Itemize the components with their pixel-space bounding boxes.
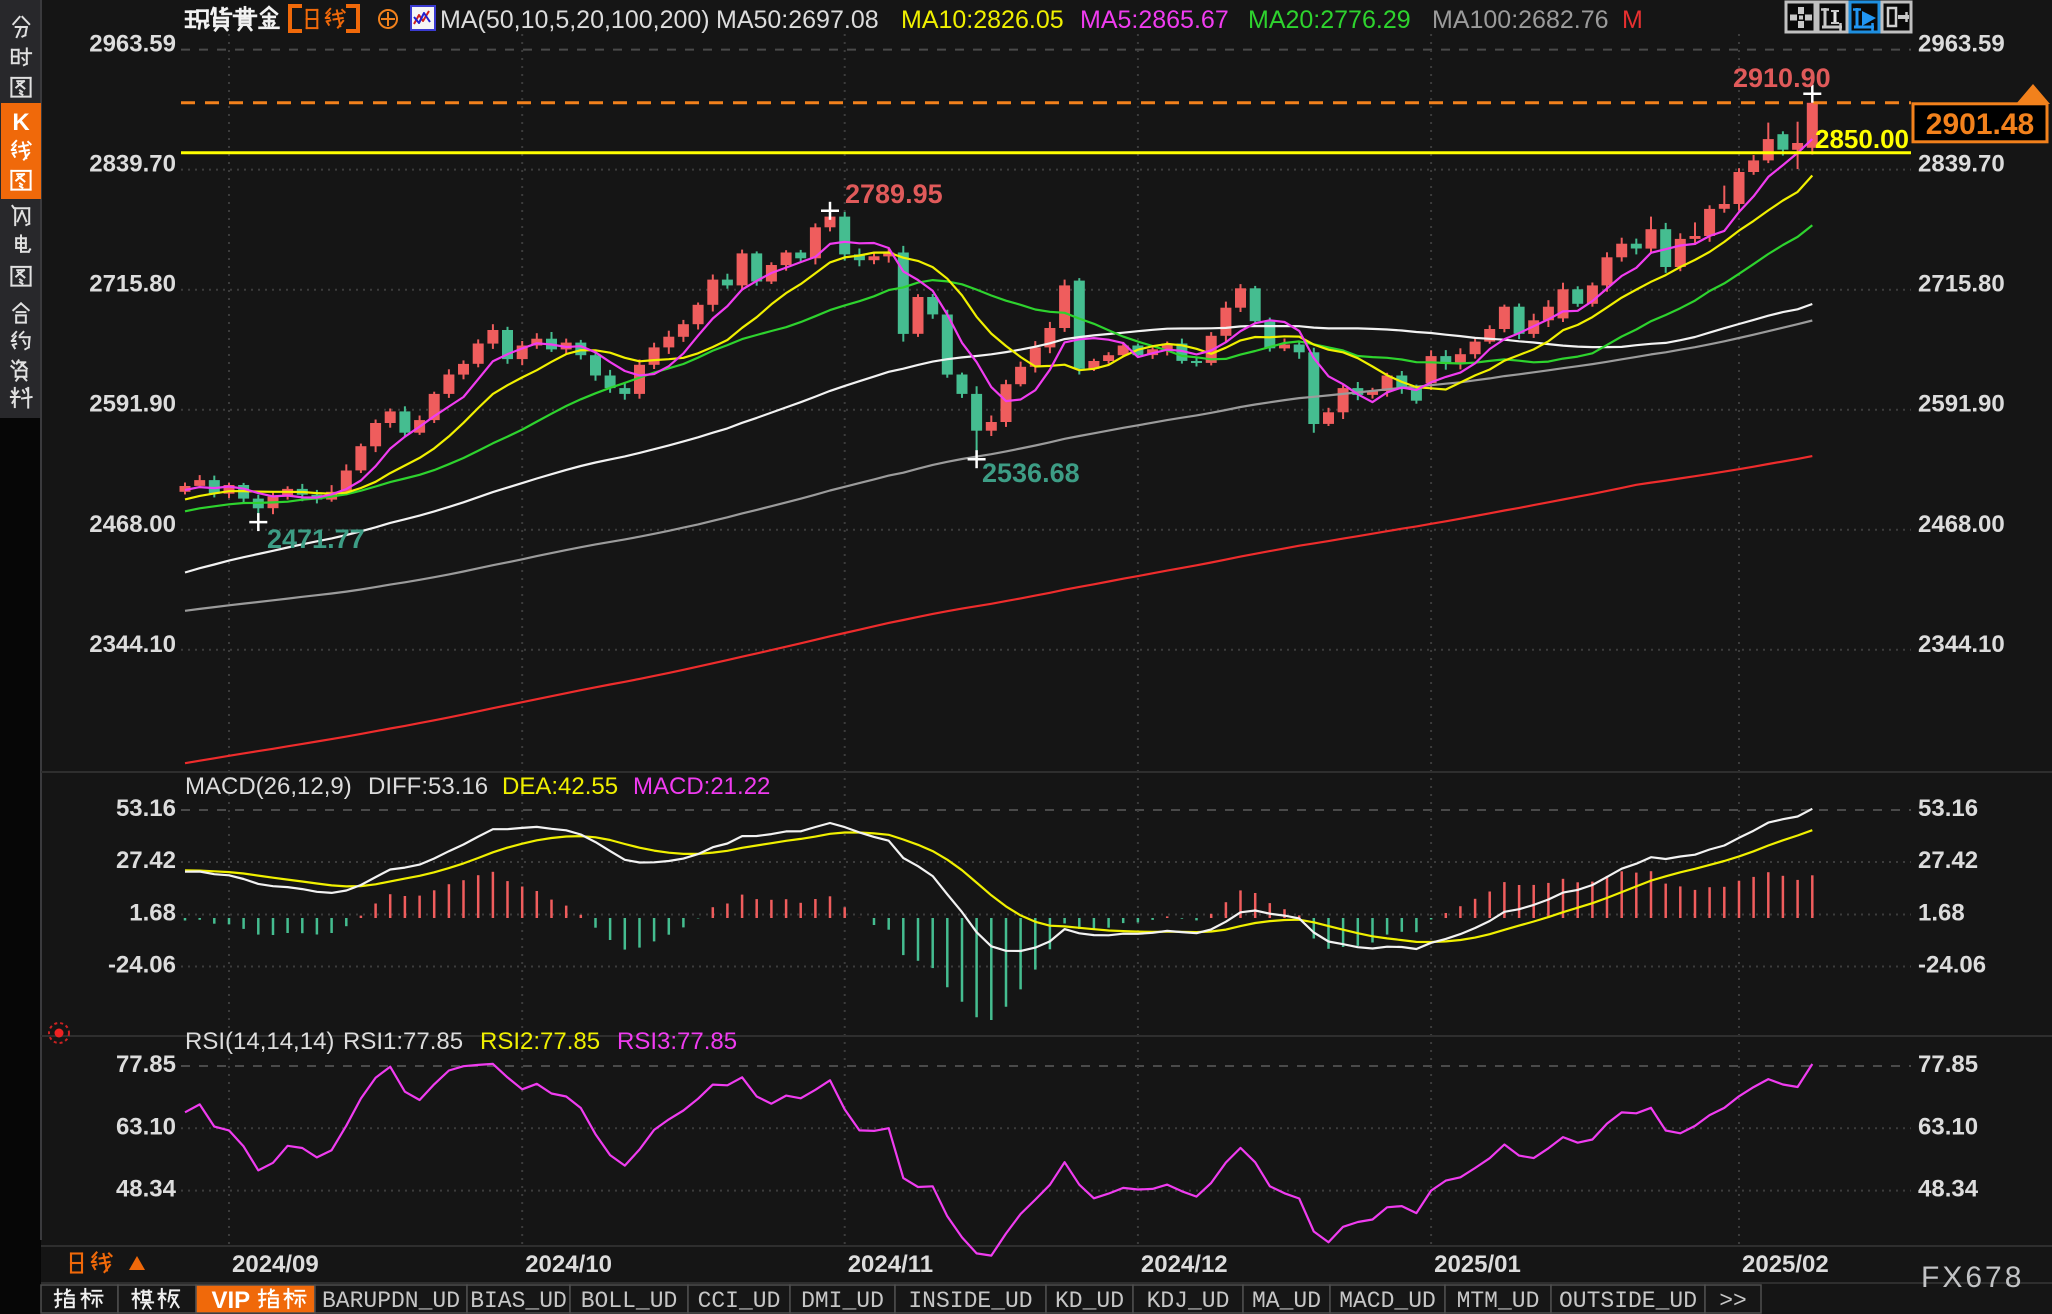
- svg-text:2468.00: 2468.00: [89, 511, 176, 538]
- svg-text:BOLL_UD: BOLL_UD: [581, 1288, 678, 1314]
- svg-text:27.42: 27.42: [1918, 847, 1978, 874]
- svg-text:VIP: VIP: [212, 1287, 251, 1314]
- svg-text:CCI_UD: CCI_UD: [698, 1288, 781, 1314]
- svg-text:KD_UD: KD_UD: [1055, 1288, 1124, 1314]
- svg-text:MTM_UD: MTM_UD: [1457, 1288, 1540, 1314]
- svg-text:OUTSIDE_UD: OUTSIDE_UD: [1559, 1288, 1697, 1314]
- svg-text:MA20:2776.29: MA20:2776.29: [1248, 6, 1411, 34]
- svg-text:1.68: 1.68: [1918, 900, 1965, 927]
- svg-text:63.10: 63.10: [1918, 1113, 1978, 1140]
- svg-text:2591.90: 2591.90: [89, 391, 176, 418]
- svg-text:2591.90: 2591.90: [1918, 391, 2005, 418]
- svg-text:BIAS_UD: BIAS_UD: [470, 1288, 567, 1314]
- svg-text:MACD_UD: MACD_UD: [1339, 1288, 1436, 1314]
- svg-text:2344.10: 2344.10: [89, 631, 176, 658]
- svg-text:63.10: 63.10: [116, 1113, 176, 1140]
- svg-text:2715.80: 2715.80: [1918, 271, 2005, 298]
- svg-text:27.42: 27.42: [116, 847, 176, 874]
- svg-text:-24.06: -24.06: [1918, 952, 1986, 979]
- svg-text:RSI2:77.85: RSI2:77.85: [480, 1028, 600, 1055]
- svg-text:53.16: 53.16: [1918, 795, 1978, 822]
- svg-text:DEA:42.55: DEA:42.55: [502, 773, 618, 800]
- svg-text:2025/02: 2025/02: [1742, 1251, 1829, 1278]
- svg-text:2024/11: 2024/11: [848, 1251, 933, 1278]
- svg-text:>>: >>: [1719, 1288, 1747, 1314]
- svg-text:2850.00: 2850.00: [1815, 124, 1909, 154]
- svg-text:RSI3:77.85: RSI3:77.85: [617, 1028, 737, 1055]
- svg-text:FX678: FX678: [1921, 1261, 2024, 1294]
- svg-text:MA_UD: MA_UD: [1252, 1288, 1321, 1314]
- svg-text:INSIDE_UD: INSIDE_UD: [908, 1288, 1032, 1314]
- svg-text:2910.90: 2910.90: [1733, 63, 1831, 93]
- svg-text:MACD(26,12,9): MACD(26,12,9): [185, 773, 352, 800]
- svg-text:2344.10: 2344.10: [1918, 631, 2005, 658]
- svg-text:KDJ_UD: KDJ_UD: [1147, 1288, 1230, 1314]
- svg-text:MA5:2865.67: MA5:2865.67: [1080, 6, 1229, 34]
- svg-text:2901.48: 2901.48: [1926, 108, 2034, 141]
- svg-text:48.34: 48.34: [116, 1176, 177, 1203]
- svg-text:DMI_UD: DMI_UD: [801, 1288, 884, 1314]
- svg-text:MA100:2682.76: MA100:2682.76: [1432, 6, 1609, 34]
- svg-text:2839.70: 2839.70: [1918, 151, 2005, 178]
- svg-text:2839.70: 2839.70: [89, 151, 176, 178]
- svg-text:-24.06: -24.06: [108, 952, 176, 979]
- svg-text:RSI1:77.85: RSI1:77.85: [343, 1028, 463, 1055]
- svg-text:MACD:21.22: MACD:21.22: [633, 773, 770, 800]
- svg-text:K: K: [12, 109, 30, 136]
- svg-text:MA(50,10,5,20,100,200): MA(50,10,5,20,100,200): [440, 6, 710, 34]
- svg-text:2468.00: 2468.00: [1918, 511, 2005, 538]
- svg-text:BARUPDN_UD: BARUPDN_UD: [322, 1288, 460, 1314]
- svg-text:53.16: 53.16: [116, 795, 176, 822]
- svg-text:MA10:2826.05: MA10:2826.05: [901, 6, 1064, 34]
- svg-text:2536.68: 2536.68: [982, 458, 1080, 488]
- svg-text:2715.80: 2715.80: [89, 271, 176, 298]
- svg-text:2789.95: 2789.95: [845, 179, 943, 209]
- svg-text:2963.59: 2963.59: [89, 31, 176, 58]
- svg-text:2963.59: 2963.59: [1918, 31, 2005, 58]
- svg-text:2471.77: 2471.77: [267, 524, 365, 554]
- svg-text:2025/01: 2025/01: [1434, 1251, 1521, 1278]
- svg-text:DIFF:53.16: DIFF:53.16: [368, 773, 488, 800]
- svg-text:2024/10: 2024/10: [525, 1251, 612, 1278]
- svg-text:77.85: 77.85: [1918, 1051, 1978, 1078]
- svg-text:48.34: 48.34: [1918, 1176, 1979, 1203]
- svg-text:M: M: [1622, 6, 1643, 34]
- svg-text:2024/09: 2024/09: [232, 1251, 319, 1278]
- svg-text:RSI(14,14,14): RSI(14,14,14): [185, 1028, 334, 1055]
- svg-text:2024/12: 2024/12: [1141, 1251, 1228, 1278]
- svg-text:1.68: 1.68: [129, 900, 176, 927]
- svg-text:77.85: 77.85: [116, 1051, 176, 1078]
- svg-text:MA50:2697.08: MA50:2697.08: [716, 6, 879, 34]
